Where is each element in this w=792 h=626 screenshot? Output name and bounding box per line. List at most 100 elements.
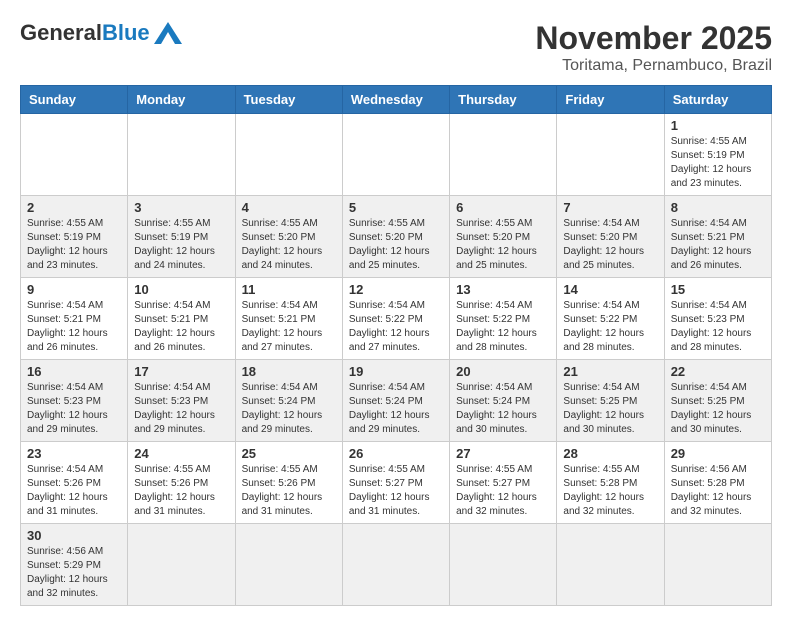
day-number: 9 — [27, 282, 121, 297]
day-info: Sunrise: 4:54 AM Sunset: 5:24 PM Dayligh… — [456, 381, 550, 437]
day-info: Sunrise: 4:54 AM Sunset: 5:21 PM Dayligh… — [27, 299, 121, 355]
day-info: Sunrise: 4:54 AM Sunset: 5:21 PM Dayligh… — [242, 299, 336, 355]
logo-general-text: General — [20, 20, 102, 46]
calendar-cell — [128, 524, 235, 606]
day-number: 30 — [27, 528, 121, 543]
day-number: 11 — [242, 282, 336, 297]
calendar-cell — [342, 114, 449, 196]
day-info: Sunrise: 4:54 AM Sunset: 5:25 PM Dayligh… — [671, 381, 765, 437]
day-number: 17 — [134, 364, 228, 379]
day-number: 10 — [134, 282, 228, 297]
day-info: Sunrise: 4:55 AM Sunset: 5:27 PM Dayligh… — [349, 463, 443, 519]
day-number: 26 — [349, 446, 443, 461]
day-info: Sunrise: 4:55 AM Sunset: 5:28 PM Dayligh… — [563, 463, 657, 519]
day-number: 5 — [349, 200, 443, 215]
calendar-cell: 28 Sunrise: 4:55 AM Sunset: 5:28 PM Dayli… — [557, 442, 664, 524]
day-info: Sunrise: 4:55 AM Sunset: 5:20 PM Dayligh… — [349, 217, 443, 273]
weekday-header-monday: Monday — [128, 86, 235, 114]
calendar-week-row: 23 Sunrise: 4:54 AM Sunset: 5:26 PM Dayli… — [21, 442, 772, 524]
calendar-cell: 7Sunrise: 4:54 AM Sunset: 5:20 PM Daylig… — [557, 196, 664, 278]
day-info: Sunrise: 4:54 AM Sunset: 5:23 PM Dayligh… — [671, 299, 765, 355]
calendar-cell: 3 Sunrise: 4:55 AM Sunset: 5:19 PM Daylig… — [128, 196, 235, 278]
calendar-cell: 10 Sunrise: 4:54 AM Sunset: 5:21 PM Dayli… — [128, 278, 235, 360]
calendar-cell: 26 Sunrise: 4:55 AM Sunset: 5:27 PM Dayli… — [342, 442, 449, 524]
day-info: Sunrise: 4:55 AM Sunset: 5:26 PM Dayligh… — [134, 463, 228, 519]
calendar-cell: 20 Sunrise: 4:54 AM Sunset: 5:24 PM Dayli… — [450, 360, 557, 442]
day-number: 29 — [671, 446, 765, 461]
day-number: 24 — [134, 446, 228, 461]
day-info: Sunrise: 4:54 AM Sunset: 5:22 PM Dayligh… — [349, 299, 443, 355]
weekday-header-row: SundayMondayTuesdayWednesdayThursdayFrid… — [21, 86, 772, 114]
day-number: 1 — [671, 118, 765, 133]
day-info: Sunrise: 4:55 AM Sunset: 5:20 PM Dayligh… — [242, 217, 336, 273]
calendar-cell: 6Sunrise: 4:55 AM Sunset: 5:20 PM Daylig… — [450, 196, 557, 278]
calendar-cell — [235, 114, 342, 196]
month-title: November 2025 — [535, 20, 772, 57]
day-info: Sunrise: 4:54 AM Sunset: 5:24 PM Dayligh… — [349, 381, 443, 437]
calendar-cell — [557, 114, 664, 196]
day-info: Sunrise: 4:54 AM Sunset: 5:20 PM Dayligh… — [563, 217, 657, 273]
day-info: Sunrise: 4:55 AM Sunset: 5:27 PM Dayligh… — [456, 463, 550, 519]
calendar-cell: 23 Sunrise: 4:54 AM Sunset: 5:26 PM Dayli… — [21, 442, 128, 524]
day-info: Sunrise: 4:54 AM Sunset: 5:21 PM Dayligh… — [134, 299, 228, 355]
calendar-week-row: 1 Sunrise: 4:55 AM Sunset: 5:19 PM Daylig… — [21, 114, 772, 196]
day-number: 27 — [456, 446, 550, 461]
calendar-week-row: 2 Sunrise: 4:55 AM Sunset: 5:19 PM Daylig… — [21, 196, 772, 278]
calendar-cell: 21Sunrise: 4:54 AM Sunset: 5:25 PM Dayli… — [557, 360, 664, 442]
day-number: 22 — [671, 364, 765, 379]
day-number: 6 — [456, 200, 550, 215]
day-info: Sunrise: 4:55 AM Sunset: 5:26 PM Dayligh… — [242, 463, 336, 519]
title-area: November 2025 Toritama, Pernambuco, Braz… — [535, 20, 772, 75]
weekday-header-sunday: Sunday — [21, 86, 128, 114]
day-number: 2 — [27, 200, 121, 215]
day-number: 13 — [456, 282, 550, 297]
day-info: Sunrise: 4:54 AM Sunset: 5:23 PM Dayligh… — [134, 381, 228, 437]
day-info: Sunrise: 4:56 AM Sunset: 5:28 PM Dayligh… — [671, 463, 765, 519]
day-number: 12 — [349, 282, 443, 297]
weekday-header-thursday: Thursday — [450, 86, 557, 114]
logo-area: GeneralBlue — [20, 20, 182, 46]
calendar-cell: 2 Sunrise: 4:55 AM Sunset: 5:19 PM Daylig… — [21, 196, 128, 278]
logo-blue-text: Blue — [102, 20, 150, 46]
logo: GeneralBlue — [20, 20, 182, 46]
calendar-cell: 18 Sunrise: 4:54 AM Sunset: 5:24 PM Dayli… — [235, 360, 342, 442]
day-number: 25 — [242, 446, 336, 461]
calendar-cell — [128, 114, 235, 196]
calendar-cell — [235, 524, 342, 606]
calendar-cell: 24 Sunrise: 4:55 AM Sunset: 5:26 PM Dayli… — [128, 442, 235, 524]
calendar-cell — [664, 524, 771, 606]
day-number: 18 — [242, 364, 336, 379]
day-info: Sunrise: 4:55 AM Sunset: 5:19 PM Dayligh… — [27, 217, 121, 273]
weekday-header-friday: Friday — [557, 86, 664, 114]
day-number: 14 — [563, 282, 657, 297]
day-info: Sunrise: 4:56 AM Sunset: 5:29 PM Dayligh… — [27, 545, 121, 601]
calendar-cell: 8Sunrise: 4:54 AM Sunset: 5:21 PM Daylig… — [664, 196, 771, 278]
location-title: Toritama, Pernambuco, Brazil — [535, 57, 772, 75]
calendar-week-row: 30 Sunrise: 4:56 AM Sunset: 5:29 PM Dayli… — [21, 524, 772, 606]
day-number: 16 — [27, 364, 121, 379]
day-info: Sunrise: 4:54 AM Sunset: 5:23 PM Dayligh… — [27, 381, 121, 437]
day-info: Sunrise: 4:55 AM Sunset: 5:19 PM Dayligh… — [671, 135, 765, 191]
calendar-cell: 12 Sunrise: 4:54 AM Sunset: 5:22 PM Dayli… — [342, 278, 449, 360]
calendar-cell — [450, 114, 557, 196]
day-number: 28 — [563, 446, 657, 461]
calendar-cell: 19 Sunrise: 4:54 AM Sunset: 5:24 PM Dayli… — [342, 360, 449, 442]
day-number: 19 — [349, 364, 443, 379]
day-info: Sunrise: 4:54 AM Sunset: 5:26 PM Dayligh… — [27, 463, 121, 519]
day-number: 15 — [671, 282, 765, 297]
calendar-cell: 25 Sunrise: 4:55 AM Sunset: 5:26 PM Dayli… — [235, 442, 342, 524]
day-number: 8 — [671, 200, 765, 215]
calendar-cell: 1 Sunrise: 4:55 AM Sunset: 5:19 PM Daylig… — [664, 114, 771, 196]
calendar-cell — [21, 114, 128, 196]
page-header: GeneralBlue November 2025 Toritama, Pern… — [20, 20, 772, 75]
day-info: Sunrise: 4:54 AM Sunset: 5:24 PM Dayligh… — [242, 381, 336, 437]
calendar-cell: 14 Sunrise: 4:54 AM Sunset: 5:22 PM Dayli… — [557, 278, 664, 360]
day-info: Sunrise: 4:55 AM Sunset: 5:19 PM Dayligh… — [134, 217, 228, 273]
weekday-header-saturday: Saturday — [664, 86, 771, 114]
day-number: 20 — [456, 364, 550, 379]
weekday-header-tuesday: Tuesday — [235, 86, 342, 114]
day-number: 3 — [134, 200, 228, 215]
day-number: 23 — [27, 446, 121, 461]
day-info: Sunrise: 4:54 AM Sunset: 5:22 PM Dayligh… — [563, 299, 657, 355]
calendar-cell: 9 Sunrise: 4:54 AM Sunset: 5:21 PM Daylig… — [21, 278, 128, 360]
